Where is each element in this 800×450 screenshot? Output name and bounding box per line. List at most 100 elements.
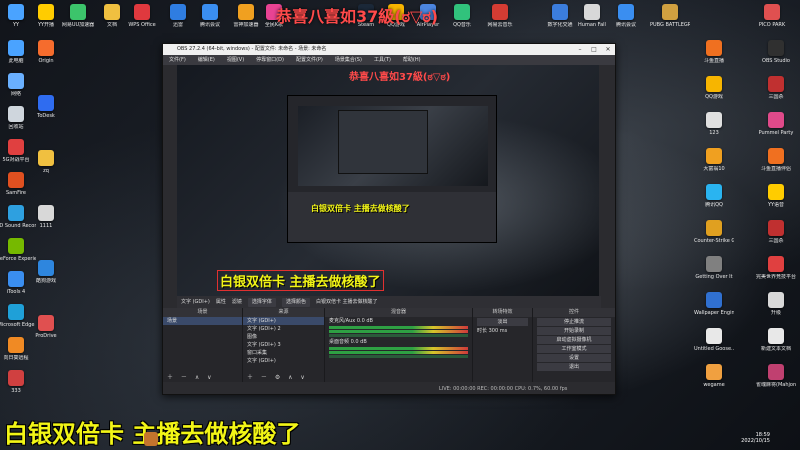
desktop-shortcut[interactable]: WPS Office — [122, 4, 162, 28]
app-icon — [706, 364, 722, 380]
app-icon — [768, 292, 784, 308]
desktop-shortcut[interactable]: 三国杀 — [756, 220, 796, 244]
scene-item[interactable]: 场景 — [163, 317, 242, 325]
desktop-shortcut[interactable]: zq — [26, 150, 66, 174]
preview-text-source[interactable]: 白银双倍卡 主播去做核酸了 — [217, 270, 384, 291]
app-icon — [8, 106, 24, 122]
desktop-shortcut[interactable]: ProDrive — [26, 315, 66, 339]
source-item[interactable]: 文字 (GDI+) 2 — [243, 325, 324, 333]
taskbar-clock[interactable]: 18:59 2022/10/15 — [741, 432, 770, 444]
desktop-shortcut[interactable]: 斗鱼直播伴侣 — [756, 148, 796, 172]
desktop-shortcut[interactable]: 酷狗游戏 — [26, 260, 66, 284]
desktop-shortcut[interactable]: Pummel Party — [756, 112, 796, 136]
start-recording-button[interactable]: 开始录制 — [537, 327, 611, 335]
scenes-dock: 场景 场景 ＋ － ∧ ∨ — [163, 308, 243, 382]
desktop-shortcut[interactable]: PUBG BATTLEGR... — [650, 4, 690, 28]
desktop-shortcut[interactable]: 腾讯会议 — [190, 4, 230, 28]
source-item[interactable]: 文字 (GDI+) — [243, 357, 324, 365]
source-item[interactable]: 图像 — [243, 333, 324, 341]
obs-window[interactable]: OBS 27.2.4 (64-bit, windows) - 配置文件: 未命名… — [162, 43, 616, 395]
desktop-shortcut[interactable]: 333 — [0, 370, 36, 394]
source-text-value[interactable]: 白银双倍卡 主播去做核酸了 — [316, 296, 378, 308]
desktop-shortcut[interactable]: Getting Over It — [694, 256, 734, 280]
virtual-camera-button[interactable]: 启动虚拟摄像机 — [537, 336, 611, 344]
app-icon — [492, 4, 508, 20]
shortcut-label: 腾讯QQ — [705, 202, 723, 208]
settings-button[interactable]: 设置 — [537, 354, 611, 362]
desktop-shortcut[interactable]: wegame — [694, 364, 734, 388]
properties-button[interactable]: 属性 — [216, 296, 226, 308]
app-icon — [768, 184, 784, 200]
desktop-shortcut[interactable]: 雀魂麻将(Mahjong... — [756, 364, 796, 388]
menu-tools[interactable]: 工具(T) — [374, 55, 391, 65]
menu-help[interactable]: 帮助(H) — [403, 55, 421, 65]
shortcut-label: OBS Studio — [762, 58, 790, 64]
maximize-icon[interactable]: □ — [587, 44, 601, 55]
close-icon[interactable]: ✕ — [601, 44, 615, 55]
menu-docks[interactable]: 停靠窗口(D) — [256, 55, 284, 65]
volume-slider[interactable] — [329, 355, 468, 358]
source-item[interactable]: 窗口采集 — [243, 349, 324, 357]
stop-streaming-button[interactable]: 停止推流 — [537, 318, 611, 326]
shortcut-label: zq — [43, 168, 49, 174]
desktop-shortcut[interactable]: 三国杀 — [756, 76, 796, 100]
desktop-shortcut[interactable]: 斗鱼直播 — [694, 40, 734, 64]
desktop-shortcut[interactable]: YY语音 — [756, 184, 796, 208]
menu-edit[interactable]: 编辑(E) — [198, 55, 215, 65]
menu-scene-collection[interactable]: 场景集合(S) — [335, 55, 362, 65]
desktop-shortcut[interactable]: PICO PARK — [752, 4, 792, 28]
shortcut-label: ProDrive — [35, 333, 57, 339]
menu-profile[interactable]: 配置文件(P) — [296, 55, 323, 65]
studio-mode-button[interactable]: 工作室模式 — [537, 345, 611, 353]
desktop-shortcut[interactable]: ToDesk — [26, 95, 66, 119]
exit-button[interactable]: 退出 — [537, 363, 611, 371]
desktop-shortcut[interactable]: GeForce Experience — [0, 238, 36, 262]
app-icon — [8, 73, 24, 89]
desktop-shortcut[interactable]: QQ游戏 — [694, 76, 734, 100]
obs-preview[interactable]: 恭喜八喜如37級(ಠ▽ಠ) 白银双倍卡 主播去做核酸了 白银双倍卡 主播去做核酸… — [177, 65, 601, 296]
menu-file[interactable]: 文件(F) — [169, 55, 186, 65]
desktop-shortcut[interactable]: Origin — [26, 40, 66, 64]
shortcut-label: 雀魂麻将(Mahjong... — [756, 382, 796, 388]
desktop-shortcut[interactable]: 完美世界竞技平台 — [756, 256, 796, 280]
shortcut-label: YY语音 — [767, 202, 785, 208]
desktop-shortcut[interactable]: 升级 — [756, 292, 796, 316]
sources-footer[interactable]: ＋ － ⚙ ∧ ∨ — [243, 373, 324, 382]
desktop-shortcut[interactable]: Untitled Goose... — [694, 328, 734, 352]
obs-titlebar[interactable]: OBS 27.2.4 (64-bit, windows) - 配置文件: 未命名… — [163, 44, 615, 55]
app-icon — [768, 148, 784, 164]
desktop-shortcut[interactable]: 腾讯会议 — [606, 4, 646, 28]
desktop-shortcut[interactable]: 腾讯QQ — [694, 184, 734, 208]
transitions-dock: 转场特效 淡出 时长 300 ms — [473, 308, 533, 382]
desktop-shortcut[interactable]: 向日葵远程 — [0, 337, 36, 361]
desktop-shortcut[interactable]: Counter-Strike Global Off... — [694, 220, 734, 244]
app-icon — [8, 271, 24, 287]
filters-button[interactable]: 滤镜 — [232, 296, 242, 308]
volume-slider[interactable] — [329, 334, 468, 337]
select-color-button[interactable]: 选择颜色 — [281, 297, 310, 307]
source-item[interactable]: 文字 (GDI+) — [243, 317, 324, 325]
preview-banner: 恭喜八喜如37級(ಠ▽ಠ) — [349, 72, 451, 83]
menu-view[interactable]: 视图(V) — [227, 55, 244, 65]
minimize-icon[interactable]: – — [573, 44, 587, 55]
mixer-dock: 混音器 麦克风/Aux 0.0 dB 桌面音频 0.0 dB — [325, 308, 473, 382]
desktop-shortcut[interactable]: OBS Studio — [756, 40, 796, 64]
desktop-shortcut[interactable]: 网络 — [0, 73, 36, 97]
shortcut-label: wegame — [703, 382, 725, 388]
desktop-shortcut[interactable]: 新建文本文档 — [756, 328, 796, 352]
desktop-shortcut[interactable]: 123 — [694, 112, 734, 136]
shortcut-label: 大富翁10 — [703, 166, 725, 172]
select-font-button[interactable]: 选择字体 — [247, 297, 276, 307]
desktop-shortcut[interactable]: Wallpaper Engine — [694, 292, 734, 316]
desktop-shortcut[interactable]: 网易云音乐 — [480, 4, 520, 28]
app-icon — [202, 4, 218, 20]
transition-select[interactable]: 淡出 — [477, 318, 528, 326]
source-item[interactable]: 文字 (GDI+) 3 — [243, 341, 324, 349]
transition-duration[interactable]: 时长 300 ms — [473, 327, 532, 335]
desktop-shortcut[interactable]: 大富翁10 — [694, 148, 734, 172]
desktop-shortcut[interactable]: SamFire — [0, 172, 36, 196]
desktop-shortcut[interactable]: 1111 — [26, 205, 66, 229]
scenes-footer[interactable]: ＋ － ∧ ∨ — [163, 373, 242, 382]
shortcut-label: 回收站 — [8, 124, 24, 130]
desktop-shortcut[interactable]: QQ音乐 — [442, 4, 482, 28]
